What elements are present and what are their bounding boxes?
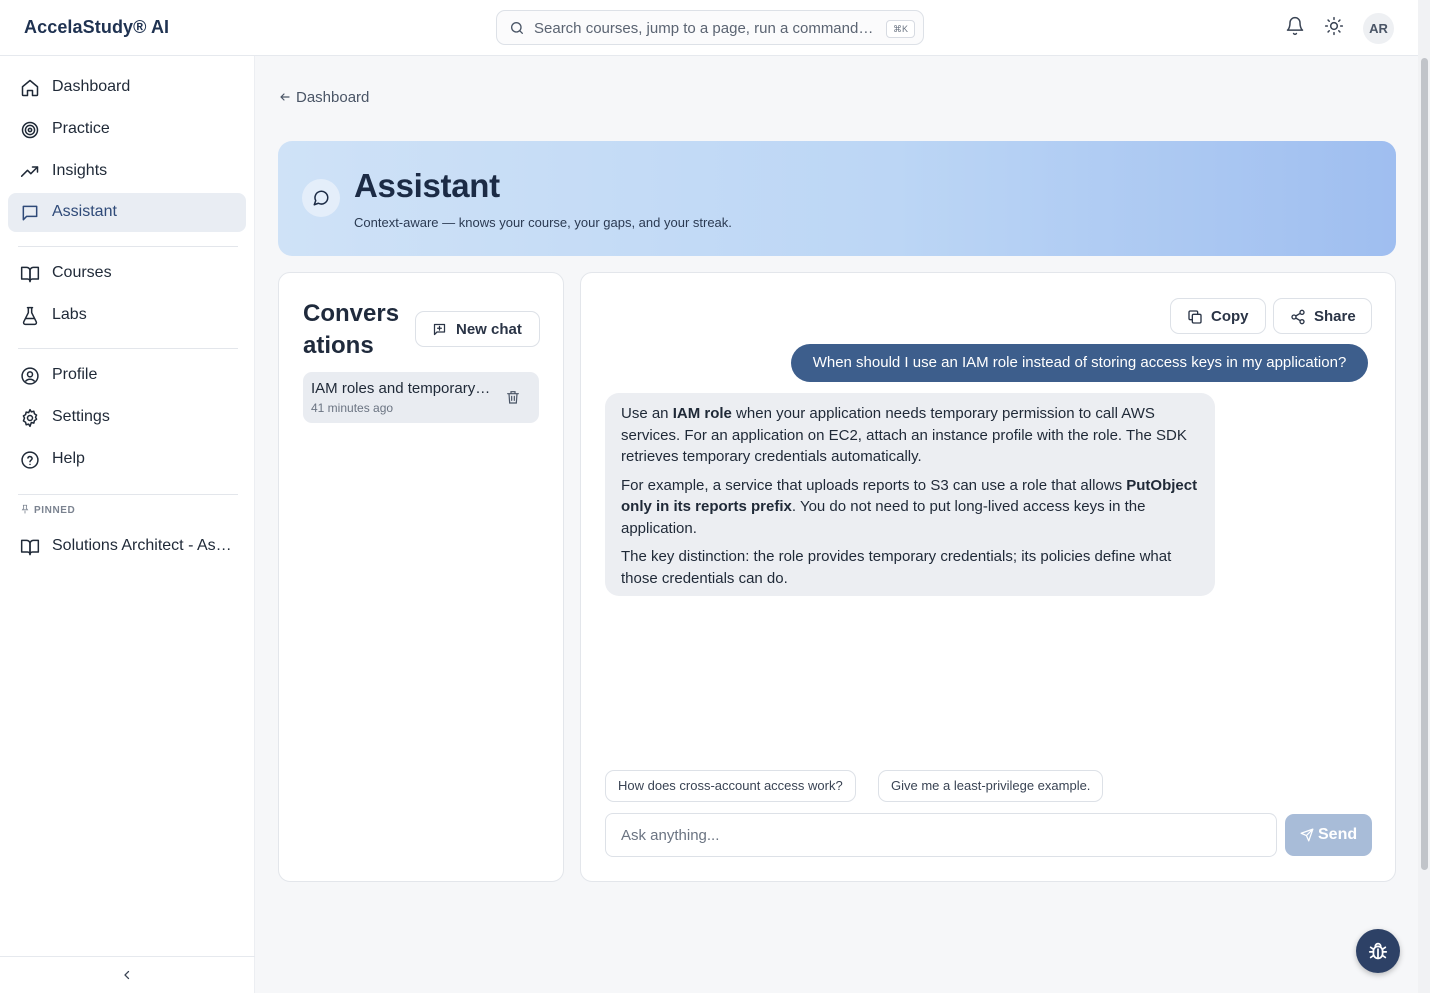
page-title: Assistant <box>354 167 500 204</box>
sidebar-item-profile[interactable]: Profile <box>8 356 246 395</box>
search-bar[interactable]: Search courses, jump to a page, run a co… <box>496 10 924 45</box>
chat-panel: Copy Share When should I use an IAM role… <box>580 272 1396 882</box>
copy-label: Copy <box>1211 308 1249 325</box>
top-bar: AccelaStudy® AI Search courses, jump to … <box>0 0 1418 56</box>
assistant-paragraph: For example, a service that uploads repo… <box>621 475 1199 540</box>
gear-icon <box>22 408 38 428</box>
avatar[interactable]: AR <box>1363 13 1394 44</box>
sidebar-item-label: Help <box>52 450 85 467</box>
sidebar-item-label: Dashboard <box>52 78 131 95</box>
suggestion-chip[interactable]: Give me a least-privilege example. <box>878 770 1104 802</box>
help-circle-icon <box>21 451 39 469</box>
home-icon <box>21 79 39 97</box>
sidebar-item-settings[interactable]: Settings <box>8 398 246 437</box>
sidebar-item-assistant[interactable]: Assistant <box>8 193 246 232</box>
assistant-paragraph: Use an IAM role when your application ne… <box>621 403 1199 468</box>
back-link[interactable]: Dashboard <box>279 89 369 106</box>
search-icon <box>511 22 523 34</box>
conversation-title: IAM roles and temporary credentials <box>311 380 491 397</box>
send-button[interactable]: Send <box>1285 814 1372 856</box>
copy-button[interactable]: Copy <box>1170 298 1266 334</box>
assistant-paragraph: The key distinction: the role provides t… <box>621 548 1172 587</box>
trash-icon[interactable] <box>505 389 521 405</box>
book-open-icon <box>20 539 40 556</box>
sidebar-item-label: Practice <box>52 120 110 137</box>
bug-report-button[interactable] <box>1356 929 1400 973</box>
new-chat-label: New chat <box>456 321 522 338</box>
chevron-left-icon <box>124 970 130 980</box>
sidebar-item-label: Assistant <box>52 203 117 220</box>
pinned-item-label: Solutions Architect - As… <box>52 537 232 554</box>
assistant-header: Assistant Context-aware — knows your cou… <box>278 141 1396 256</box>
search-shortcut: ⌘K <box>886 20 916 38</box>
sidebar-item-label: Settings <box>52 408 110 425</box>
user-circle-icon <box>21 367 39 385</box>
new-chat-button[interactable]: New chat <box>415 311 540 347</box>
sidebar-item-practice[interactable]: Practice <box>8 110 246 149</box>
collapse-sidebar-button[interactable] <box>0 956 255 993</box>
send-icon <box>1300 828 1314 842</box>
sun-icon[interactable] <box>1324 16 1344 36</box>
brand-logo[interactable]: AccelaStudy® AI <box>24 17 169 38</box>
target-icon <box>21 121 39 139</box>
suggestion-chip[interactable]: How does cross-account access work? <box>605 770 856 802</box>
copy-icon <box>1188 310 1202 324</box>
bell-icon[interactable] <box>1285 16 1305 36</box>
message-square-icon <box>22 205 38 221</box>
share-button[interactable]: Share <box>1273 298 1372 334</box>
sidebar-item-help[interactable]: Help <box>8 440 246 479</box>
flask-icon <box>22 306 38 326</box>
back-link-label: Dashboard <box>296 89 370 106</box>
page-scrollbar[interactable] <box>1418 0 1430 993</box>
user-message: When should I use an IAM role instead of… <box>791 344 1368 382</box>
pinned-heading-label: PINNED <box>34 505 76 516</box>
sidebar: Dashboard Practice Insights Assistant Co… <box>0 56 255 993</box>
sidebar-item-insights[interactable]: Insights <box>8 152 246 191</box>
book-open-icon <box>20 266 40 283</box>
pin-icon <box>21 504 29 514</box>
bug-icon <box>1368 942 1388 960</box>
share-icon <box>1291 309 1305 325</box>
sidebar-item-label: Labs <box>52 306 87 323</box>
conversation-time: 41 minutes ago <box>311 401 394 415</box>
pinned-item-course[interactable]: Solutions Architect - As… <box>8 527 246 566</box>
sidebar-divider <box>18 494 238 495</box>
send-label: Send <box>1318 826 1358 843</box>
trending-up-icon <box>20 166 39 177</box>
search-placeholder: Search courses, jump to a page, run a co… <box>534 20 874 37</box>
scrollbar-thumb[interactable] <box>1421 58 1428 870</box>
sidebar-divider <box>18 348 238 349</box>
conversation-item[interactable]: IAM roles and temporary credentials 41 m… <box>303 372 539 423</box>
share-label: Share <box>1314 308 1356 325</box>
sidebar-item-dashboard[interactable]: Dashboard <box>8 68 246 107</box>
sidebar-item-label: Insights <box>52 162 108 179</box>
chat-input[interactable] <box>605 813 1277 857</box>
assistant-text: Use an <box>621 405 673 422</box>
sidebar-item-label: Courses <box>52 264 112 281</box>
assistant-bold-text: IAM role <box>672 405 732 422</box>
sidebar-item-labs[interactable]: Labs <box>8 296 246 335</box>
conversations-title: Conversations <box>303 300 400 359</box>
arrow-left-icon <box>280 93 290 101</box>
message-plus-icon <box>433 323 446 336</box>
pinned-heading: PINNED <box>20 504 75 516</box>
chat-bubble-icon <box>302 179 340 217</box>
sidebar-divider <box>18 246 238 247</box>
sidebar-item-label: Profile <box>52 366 98 383</box>
assistant-text: For example, a service that uploads repo… <box>621 476 1127 494</box>
page-subtitle: Context-aware — knows your course, your … <box>354 215 732 230</box>
sidebar-item-courses[interactable]: Courses <box>8 254 246 293</box>
assistant-message: Use an IAM role when your application ne… <box>605 393 1215 596</box>
conversations-panel: Conversations New chat IAM roles and tem… <box>278 272 564 882</box>
